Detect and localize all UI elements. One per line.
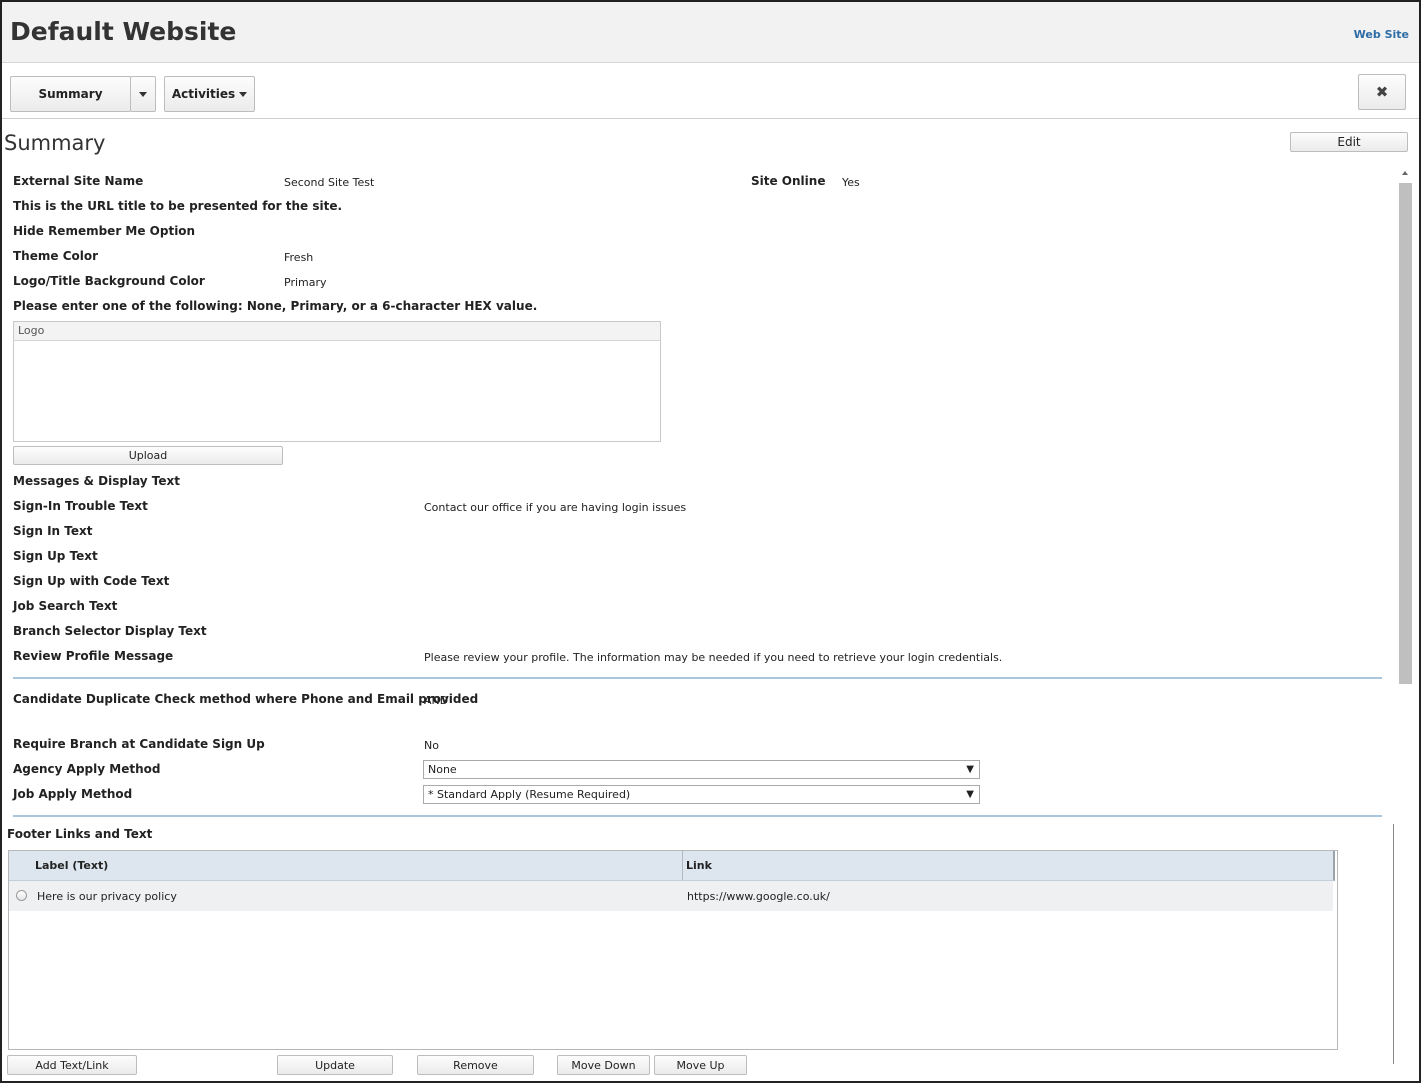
web-site-window: Default Website Web Site Summary Activit…: [0, 0, 1421, 1083]
agency-apply-label: Agency Apply Method: [13, 762, 161, 776]
require-branch-value: No: [424, 739, 439, 752]
sign-in-trouble-value: Contact our office if you are having log…: [424, 501, 687, 514]
url-title-note: This is the URL title to be presented fo…: [13, 199, 343, 213]
dropdown-arrow-icon: ▼: [966, 789, 974, 800]
edit-button-label: Edit: [1337, 135, 1361, 149]
logo-panel-header: Logo: [14, 322, 660, 341]
job-apply-selected: * Standard Apply (Resume Required): [428, 788, 631, 801]
panel-border: [1393, 824, 1394, 1064]
table-header: Label (Text) Link: [9, 851, 1335, 881]
page-title: Default Website: [10, 17, 237, 46]
vertical-scrollbar[interactable]: [1399, 169, 1412, 684]
scroll-up-arrow-icon[interactable]: [1402, 171, 1408, 175]
dup-check-label: Candidate Duplicate Check method where P…: [13, 692, 479, 706]
move-down-label: Move Down: [571, 1058, 636, 1072]
update-button[interactable]: Update: [277, 1055, 393, 1075]
column-separator[interactable]: [682, 851, 683, 880]
section-divider: [13, 677, 1382, 679]
move-up-label: Move Up: [676, 1058, 725, 1072]
close-button[interactable]: ✖: [1358, 74, 1406, 110]
section-divider: [13, 815, 1382, 817]
row-link-text: https://www.google.co.uk/: [687, 890, 830, 903]
sign-up-code-text-label: Sign Up with Code Text: [13, 574, 170, 588]
review-profile-label: Review Profile Message: [13, 649, 174, 663]
agency-apply-selected: None: [428, 763, 457, 776]
upload-button[interactable]: Upload: [13, 446, 283, 465]
add-text-link-label: Add Text/Link: [35, 1058, 109, 1072]
job-apply-select[interactable]: * Standard Apply (Resume Required) ▼: [423, 785, 980, 804]
agency-apply-select[interactable]: None ▼: [423, 760, 980, 779]
update-label: Update: [315, 1058, 355, 1072]
section-title-summary: Summary: [4, 131, 106, 155]
review-profile-value: Please review your profile. The informat…: [424, 651, 1003, 664]
job-apply-label: Job Apply Method: [13, 787, 133, 801]
sign-up-text-label: Sign Up Text: [13, 549, 98, 563]
logo-panel: Logo: [13, 321, 661, 442]
toolbar: Summary Activities ✖: [2, 63, 1419, 119]
row-select-radio[interactable]: [16, 890, 27, 901]
require-branch-label: Require Branch at Candidate Sign Up: [13, 737, 265, 751]
remove-label: Remove: [453, 1058, 498, 1072]
scrollbar-thumb[interactable]: [1399, 183, 1412, 684]
page-header: Default Website Web Site: [2, 2, 1419, 63]
branch-selector-text-label: Branch Selector Display Text: [13, 624, 207, 638]
remove-button[interactable]: Remove: [417, 1055, 534, 1075]
logo-bg-color-value: Primary: [284, 276, 327, 289]
sign-in-text-label: Sign In Text: [13, 524, 93, 538]
external-site-name-value: Second Site Test: [284, 176, 375, 189]
close-icon: ✖: [1375, 83, 1389, 101]
move-down-button[interactable]: Move Down: [557, 1055, 650, 1075]
column-header-link[interactable]: Link: [686, 859, 712, 872]
theme-color-value: Fresh: [284, 251, 314, 264]
chevron-down-icon: [139, 91, 147, 97]
external-site-name-label: External Site Name: [13, 174, 144, 188]
summary-dropdown-button[interactable]: [130, 76, 156, 112]
dup-check-value: AND: [424, 694, 449, 707]
footer-links-heading: Footer Links and Text: [7, 827, 153, 841]
breadcrumb-web-site[interactable]: Web Site: [1354, 28, 1409, 41]
table-row[interactable]: Here is our privacy policy https://www.g…: [9, 881, 1333, 911]
messages-heading: Messages & Display Text: [13, 474, 181, 488]
footer-links-table: Label (Text) Link Here is our privacy po…: [8, 850, 1338, 1050]
move-up-button[interactable]: Move Up: [654, 1055, 747, 1075]
add-text-link-button[interactable]: Add Text/Link: [7, 1055, 137, 1075]
upload-button-label: Upload: [128, 449, 168, 462]
hide-remember-me-label: Hide Remember Me Option: [13, 224, 196, 238]
logo-bg-color-label: Logo/Title Background Color: [13, 274, 205, 288]
dropdown-arrow-icon: ▼: [966, 764, 974, 775]
chevron-down-icon: [239, 91, 248, 97]
activities-button-label: Activities: [171, 87, 236, 101]
summary-button-label: Summary: [38, 87, 103, 101]
column-header-label[interactable]: Label (Text): [35, 859, 108, 872]
edit-button[interactable]: Edit: [1290, 132, 1408, 152]
sign-in-trouble-label: Sign-In Trouble Text: [13, 499, 148, 513]
hex-value-note: Please enter one of the following: None,…: [13, 299, 538, 313]
row-label-text: Here is our privacy policy: [37, 890, 177, 903]
summary-button[interactable]: Summary: [10, 76, 131, 112]
site-online-label: Site Online: [751, 174, 826, 188]
theme-color-label: Theme Color: [13, 249, 99, 263]
site-online-value: Yes: [842, 176, 860, 189]
activities-button[interactable]: Activities: [164, 76, 255, 112]
job-search-text-label: Job Search Text: [13, 599, 118, 613]
